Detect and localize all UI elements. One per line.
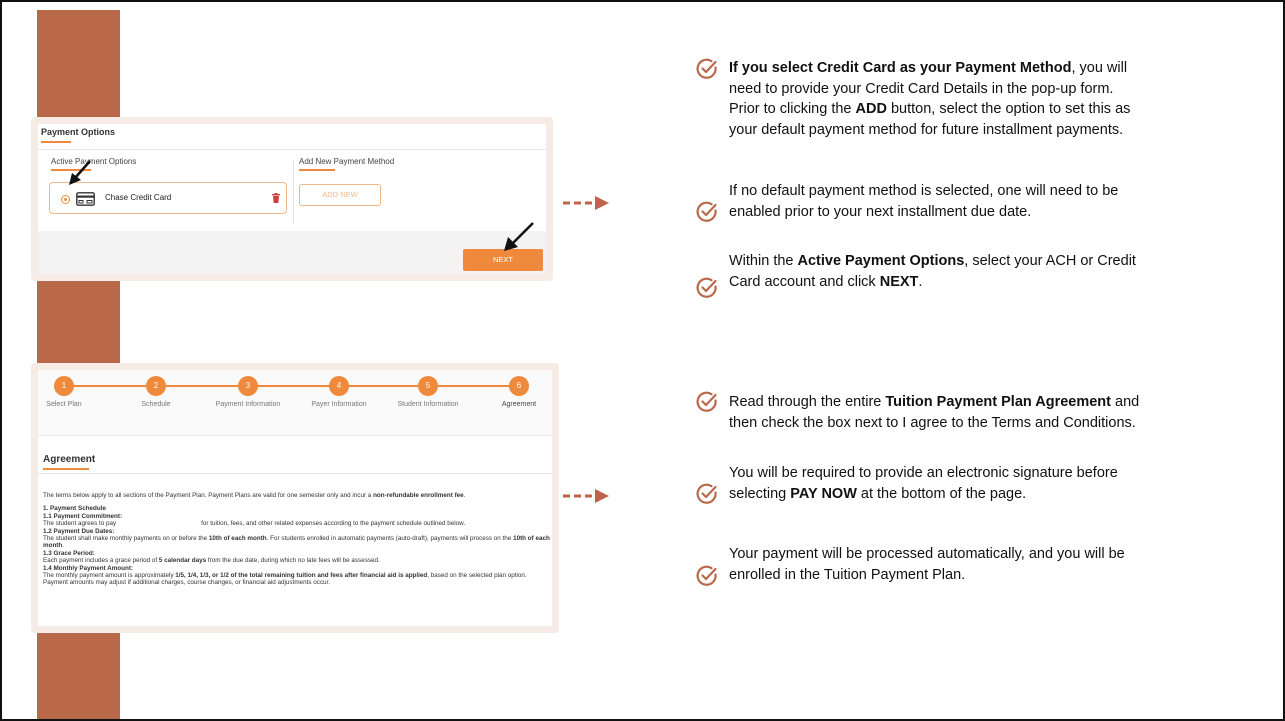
add-new-button[interactable]: ADD NEW (299, 184, 381, 206)
step-5: 5 Student Information (393, 375, 463, 409)
check-circle-icon (696, 565, 717, 586)
check-circle-icon (696, 483, 717, 504)
check-circle-icon (696, 58, 717, 79)
column-divider (293, 159, 294, 224)
check-circle-icon (696, 277, 717, 298)
pointer-arrow-icon (69, 160, 91, 185)
step-6: 6 Agreement (484, 375, 552, 409)
agreement-title: Agreement (43, 454, 96, 465)
divider (38, 149, 546, 150)
note-default-method: If no default payment method is selected… (729, 183, 1119, 220)
slide: Payment Options Active Payment Options A… (0, 0, 1285, 721)
step-4: 4 Payer Information (304, 375, 374, 409)
title-underline (43, 468, 89, 470)
dashed-arrow-icon (563, 489, 609, 503)
step-1: 1 Select Plan (38, 375, 99, 409)
step-3: 3 Payment Information (213, 375, 283, 409)
step-2: 2 Schedule (121, 375, 191, 409)
credit-card-icon (76, 192, 95, 206)
agreement-screenshot: 1 Select Plan 2 Schedule 3 Payment Informat… (31, 363, 559, 633)
note-agreement: Read through the entire Tuition Payment … (729, 394, 1140, 431)
pointer-arrow-icon (504, 222, 534, 251)
agreement-text: The terms below apply to all sections of… (43, 492, 550, 587)
card-label: Chase Credit Card (105, 193, 172, 202)
title-underline (41, 141, 71, 143)
add-header-underline (299, 169, 335, 171)
agreement-panel: 1 Select Plan 2 Schedule 3 Payment Informat… (38, 370, 552, 626)
note-enrolled: Your payment will be processed automatic… (729, 546, 1125, 583)
note-active-options: Within the Active Payment Options, selec… (729, 253, 1136, 290)
trash-icon[interactable] (272, 193, 280, 203)
note-signature: You will be required to provide an elect… (729, 465, 1118, 502)
payment-options-panel: Payment Options Active Payment Options A… (38, 124, 546, 274)
note-credit-card: If you select Credit Card as your Paymen… (729, 60, 1131, 138)
check-circle-icon (696, 201, 717, 222)
payment-option-radio[interactable] (61, 195, 70, 204)
step-progress-bar: 1 Select Plan 2 Schedule 3 Payment Informat… (38, 370, 552, 436)
add-new-payment-method-header: Add New Payment Method (299, 157, 395, 166)
payment-options-screenshot: Payment Options Active Payment Options A… (31, 117, 553, 281)
dashed-arrow-icon (563, 196, 609, 210)
check-circle-icon (696, 391, 717, 412)
divider (38, 473, 552, 474)
payment-options-title: Payment Options (41, 127, 116, 137)
